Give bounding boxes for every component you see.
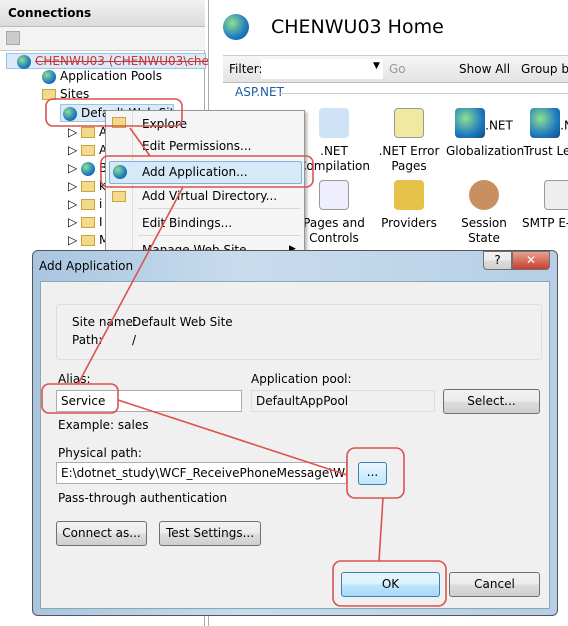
feature-session-state[interactable]: Session State	[446, 180, 522, 246]
tree-item[interactable]: ▷ A	[68, 125, 107, 139]
tree-item[interactable]: ▷ A	[68, 143, 107, 157]
context-menu: Explore Edit Permissions... Add Applicat…	[105, 110, 305, 260]
app-pool-field: DefaultAppPool	[251, 390, 435, 412]
menu-item-add-virtual-directory[interactable]: Add Virtual Directory...	[142, 189, 277, 203]
error-page-icon	[394, 108, 424, 138]
show-all-button[interactable]: Show All	[459, 62, 510, 76]
site-name-label: Site name:	[72, 315, 137, 329]
alias-input[interactable]: Service	[56, 390, 242, 412]
filter-bar: Filter: ▼ Go Show All Group by	[223, 55, 568, 83]
compilation-icon	[319, 108, 349, 138]
ok-button[interactable]: OK	[341, 572, 440, 597]
folder-icon	[81, 217, 96, 228]
feature-net-trust-levels[interactable]: .NET Trust Levels	[521, 108, 568, 159]
connections-header: Connections	[0, 0, 205, 27]
server-globe-icon	[223, 14, 249, 40]
providers-icon	[394, 180, 424, 210]
menu-separator	[138, 208, 300, 209]
alias-example: Example: sales	[58, 418, 149, 432]
select-button[interactable]: Select...	[443, 389, 540, 414]
globe-icon	[63, 106, 77, 121]
menu-item-explore[interactable]: Explore	[142, 117, 187, 131]
site-name-value: Default Web Site	[132, 315, 233, 329]
site-info-group: Site name: Default Web Site Path: /	[56, 304, 542, 360]
app-pool-label: Application pool:	[251, 372, 352, 386]
feature-pages-controls[interactable]: Pages and Controls	[296, 180, 372, 246]
close-button[interactable]: ✕	[512, 251, 550, 270]
tree-item-sites[interactable]: Sites	[42, 87, 89, 101]
auth-label: Pass-through authentication	[58, 491, 228, 505]
menu-item-edit-bindings[interactable]: Edit Bindings...	[142, 216, 232, 230]
path-value: /	[132, 333, 137, 347]
session-icon	[469, 180, 499, 210]
add-application-icon	[113, 165, 127, 179]
feature-net-globalization[interactable]: .NET Globalization	[446, 108, 524, 159]
add-application-dialog: Add Application ? ✕ Site name: Default W…	[32, 250, 558, 616]
smtp-icon	[544, 180, 568, 210]
server-icon	[17, 54, 31, 69]
menu-item-add-application[interactable]: Add Application...	[142, 165, 248, 179]
folder-icon	[81, 199, 96, 210]
dialog-title: Add Application	[39, 259, 134, 273]
pages-icon	[319, 180, 349, 210]
connect-icon[interactable]	[6, 31, 20, 45]
tree-item[interactable]: ▷ k	[68, 179, 106, 193]
menu-separator	[138, 235, 300, 236]
path-label: Path:	[72, 333, 103, 347]
physical-path-label: Physical path:	[58, 446, 142, 460]
folder-icon	[81, 127, 96, 138]
cancel-button[interactable]: Cancel	[449, 572, 540, 597]
folder-icon	[81, 145, 96, 156]
alias-label: Alias:	[58, 372, 91, 386]
help-button[interactable]: ?	[483, 251, 512, 270]
page-title: CHENWU03 Home	[271, 16, 444, 38]
filter-input[interactable]	[261, 59, 383, 79]
feature-net-error-pages[interactable]: .NET Error Pages	[371, 108, 447, 174]
browse-button[interactable]: ...	[358, 462, 387, 485]
filter-label: Filter:	[229, 62, 263, 76]
feature-providers[interactable]: Providers	[371, 180, 447, 231]
filter-dropdown-icon[interactable]: ▼	[373, 61, 380, 71]
folder-icon	[81, 235, 96, 246]
menu-item-edit-permissions[interactable]: Edit Permissions...	[142, 139, 251, 153]
app-pools-icon	[42, 69, 56, 84]
tree-item[interactable]: ▷ i	[68, 197, 102, 211]
physical-path-input[interactable]: E:\dotnet_study\WCF_ReceivePhoneMessage\…	[56, 462, 347, 484]
feature-net-compilation[interactable]: .NET Compilation	[296, 108, 372, 174]
test-settings-button[interactable]: Test Settings...	[159, 521, 261, 546]
divider	[279, 93, 568, 94]
tree-item[interactable]: ▷ M	[68, 233, 109, 247]
feature-smtp-email[interactable]: SMTP E-mail	[521, 180, 568, 231]
connect-as-button[interactable]: Connect as...	[56, 521, 147, 546]
go-button[interactable]: Go	[389, 62, 406, 76]
tree-item-app-pools[interactable]: Application Pools	[42, 69, 162, 84]
app-icon	[81, 161, 96, 176]
folder-icon	[81, 181, 96, 192]
dialog-body: Site name: Default Web Site Path: / Alia…	[40, 281, 550, 609]
globe-icon	[455, 108, 486, 138]
group-by-dropdown[interactable]: Group by	[521, 62, 568, 76]
section-heading: ASP.NET	[235, 85, 284, 99]
tree-item[interactable]: ▷ I	[68, 215, 103, 229]
connections-toolbar	[0, 27, 205, 51]
tree-item-server[interactable]: CHENWU03 (CHENWU03\che	[6, 53, 209, 69]
explore-icon	[112, 117, 126, 128]
trust-icon	[530, 108, 561, 138]
virtual-directory-icon	[112, 191, 126, 202]
tree-item[interactable]: ▷ B	[68, 161, 107, 176]
folder-icon	[42, 89, 56, 100]
